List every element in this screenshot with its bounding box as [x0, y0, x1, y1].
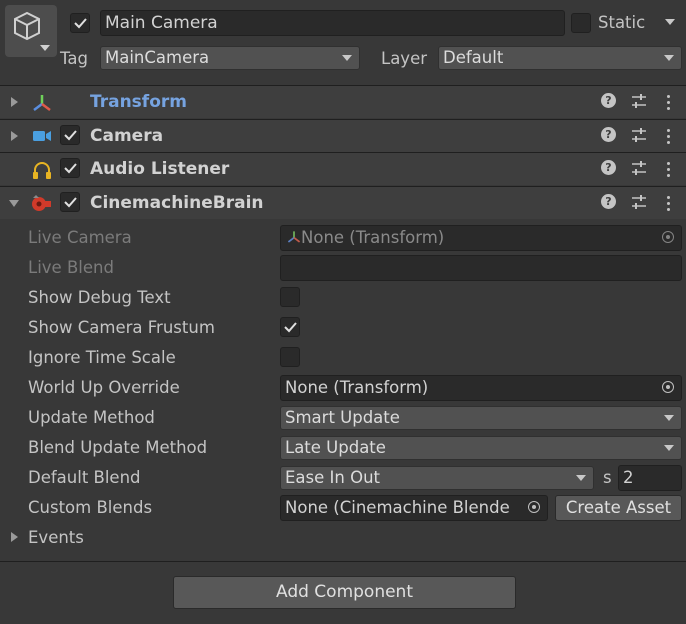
world-up-override-value: None (Transform)	[285, 378, 429, 397]
component-cinemachine-brain[interactable]: CinemachineBrain ?	[0, 186, 686, 219]
blend-update-method-dropdown[interactable]: Late Update	[280, 436, 682, 460]
live-camera-value: None (Transform)	[301, 228, 445, 247]
events-foldout-icon[interactable]	[11, 532, 18, 542]
layer-dropdown[interactable]: Default	[438, 46, 682, 70]
custom-blends-label: Custom Blends	[28, 498, 153, 517]
presets-icon[interactable]	[631, 160, 647, 176]
help-icon[interactable]: ?	[601, 127, 616, 142]
help-icon[interactable]: ?	[601, 194, 616, 209]
context-menu-icon[interactable]	[667, 196, 670, 214]
ignore-time-scale-checkbox[interactable]	[280, 347, 300, 367]
component-title: Audio Listener	[90, 159, 230, 179]
custom-blends-field[interactable]: None (Cinemachine Blende	[280, 495, 548, 521]
show-camera-frustum-checkbox[interactable]	[280, 317, 300, 337]
live-blend-label: Live Blend	[28, 258, 114, 277]
static-dropdown-icon[interactable]	[665, 19, 675, 25]
active-checkbox[interactable]	[70, 13, 90, 33]
default-blend-unit: s	[603, 468, 612, 487]
world-up-override-label: World Up Override	[28, 378, 180, 397]
world-up-override-field[interactable]: None (Transform)	[280, 375, 682, 401]
component-camera[interactable]: Camera ?	[0, 119, 686, 152]
tag-dropdown[interactable]: MainCamera	[100, 46, 360, 70]
static-label: Static	[598, 13, 646, 32]
live-camera-field: None (Transform)	[280, 225, 682, 251]
static-checkbox[interactable]	[571, 13, 591, 33]
component-title: Camera	[90, 126, 164, 146]
layer-label: Layer	[381, 49, 428, 68]
update-method-dropdown[interactable]: Smart Update	[280, 406, 682, 430]
cinemachine-icon	[32, 195, 51, 211]
enabled-checkbox[interactable]	[60, 125, 80, 145]
foldout-icon[interactable]	[11, 131, 18, 141]
events-label[interactable]: Events	[28, 528, 84, 548]
default-blend-dropdown[interactable]: Ease In Out	[280, 466, 594, 490]
show-debug-text-label: Show Debug Text	[28, 288, 171, 307]
help-icon[interactable]: ?	[601, 160, 616, 175]
ignore-time-scale-label: Ignore Time Scale	[28, 348, 176, 367]
enabled-checkbox[interactable]	[60, 158, 80, 178]
check-icon	[64, 163, 77, 174]
custom-blends-value: None (Cinemachine Blende	[285, 498, 510, 517]
foldout-icon[interactable]	[9, 200, 19, 207]
transform-icon	[33, 95, 51, 111]
blend-update-method-value: Late Update	[285, 438, 386, 457]
enabled-checkbox[interactable]	[60, 192, 80, 212]
object-picker-icon[interactable]	[662, 381, 674, 393]
chevron-down-icon	[664, 415, 674, 421]
show-camera-frustum-label: Show Camera Frustum	[28, 318, 215, 337]
gameobject-icon[interactable]	[5, 5, 57, 57]
check-icon	[64, 130, 77, 141]
chevron-down-icon	[342, 55, 352, 61]
object-picker-icon	[662, 231, 674, 243]
component-title: CinemachineBrain	[90, 193, 264, 213]
check-icon	[64, 197, 77, 208]
update-method-value: Smart Update	[285, 408, 400, 427]
default-blend-value: Ease In Out	[285, 468, 381, 487]
add-component-button[interactable]: Add Component	[173, 576, 516, 609]
help-icon[interactable]: ?	[601, 93, 616, 108]
chevron-down-icon	[576, 475, 586, 481]
update-method-label: Update Method	[28, 408, 155, 427]
gameobject-name-input[interactable]: Main Camera	[100, 10, 565, 36]
component-title: Transform	[90, 92, 187, 112]
component-transform[interactable]: Transform ?	[0, 85, 686, 118]
foldout-icon[interactable]	[11, 97, 18, 107]
live-blend-field	[280, 255, 682, 281]
presets-icon[interactable]	[631, 93, 647, 109]
component-audio-listener[interactable]: Audio Listener ?	[0, 152, 686, 185]
camera-icon	[33, 131, 51, 141]
context-menu-icon[interactable]	[667, 162, 670, 180]
check-icon	[74, 18, 87, 29]
create-asset-button[interactable]: Create Asset	[555, 495, 682, 521]
tag-value: MainCamera	[105, 48, 210, 67]
check-icon	[284, 322, 297, 333]
headphones-icon	[33, 162, 51, 179]
transform-icon	[287, 231, 301, 243]
chevron-down-icon	[664, 445, 674, 451]
layer-value: Default	[443, 48, 504, 67]
context-menu-icon[interactable]	[667, 95, 670, 113]
presets-icon[interactable]	[631, 127, 647, 143]
live-camera-label: Live Camera	[28, 228, 132, 247]
tag-label: Tag	[60, 49, 88, 68]
default-blend-label: Default Blend	[28, 468, 141, 487]
divider	[0, 561, 686, 562]
presets-icon[interactable]	[631, 194, 647, 210]
blend-update-method-label: Blend Update Method	[28, 438, 208, 457]
object-picker-icon[interactable]	[528, 501, 540, 513]
show-debug-text-checkbox[interactable]	[280, 287, 300, 307]
context-menu-icon[interactable]	[667, 129, 670, 147]
chevron-down-icon	[664, 55, 674, 61]
default-blend-time-input[interactable]: 2	[618, 465, 682, 491]
